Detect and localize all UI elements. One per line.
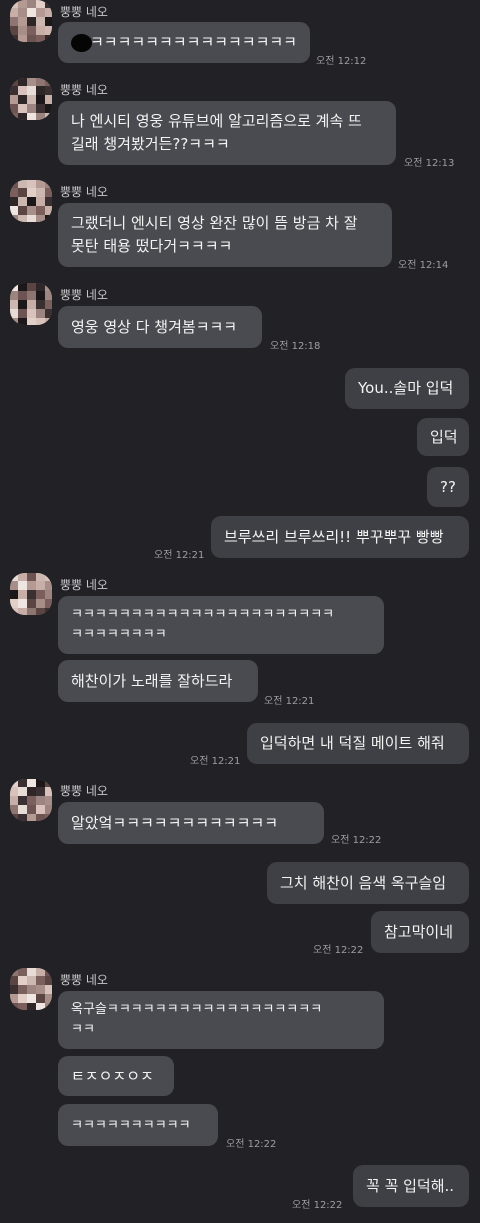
message-bubble[interactable]: 꼭 꼭 입덕해.. (353, 1165, 469, 1207)
avatar-mosaic-tile (45, 814, 52, 821)
message-bubble[interactable]: 참고막이네 (371, 911, 469, 953)
sender-name: 뿡뿡 네오 (60, 288, 108, 302)
redaction-mark (71, 33, 92, 52)
message-bubble[interactable]: 알았엌ㅋㅋㅋㅋㅋㅋㅋㅋㅋㅋㅋㅋ (58, 802, 324, 844)
message-time: 오전 12:18 (270, 341, 321, 352)
sender-name: 뿡뿡 네오 (60, 83, 108, 97)
message-bubble[interactable]: 그랬더니 엔시티 영상 완잔 많이 뜸 방금 차 잘 못탄 태용 떴다거ㅋㅋㅋㅋ (58, 203, 392, 267)
avatar[interactable] (10, 573, 52, 615)
message-text-line: 옥구슬ㅋㅋㅋㅋㅋㅋㅋㅋㅋㅋㅋㅋㅋㅋㅋㅋㅋㅋ (71, 1002, 323, 1017)
message-bubble[interactable]: 영웅 영상 다 챙겨봄ㅋㅋㅋ (58, 306, 262, 348)
message-text-line: ㅋㅋㅋㅋㅋㅋㅋㅋ (71, 627, 167, 642)
avatar-mosaic-tile (45, 113, 52, 120)
sender-name: 뿡뿡 네오 (60, 5, 108, 19)
message-bubble[interactable]: 그치 해찬이 음색 옥구슬임 (267, 862, 469, 904)
message-bubble[interactable]: ?? (427, 467, 469, 507)
message-time: 오전 12:21 (264, 696, 315, 707)
avatar-mosaic-tile (45, 318, 52, 325)
message-bubble[interactable]: 입덕 (417, 418, 469, 456)
sender-name: 뿡뿡 네오 (60, 185, 108, 199)
message-text: 알았엌ㅋㅋㅋㅋㅋㅋㅋㅋㅋㅋㅋㅋ (71, 813, 279, 832)
avatar[interactable] (10, 283, 52, 325)
message-text: 꼭 꼭 입덕해.. (366, 1176, 455, 1195)
message-time: 오전 12:22 (331, 835, 382, 846)
message-time: 오전 12:13 (404, 158, 455, 169)
message-bubble[interactable]: ㅌㅈㅇㅈㅇㅈ (58, 1056, 174, 1096)
message-text-line: 그랬더니 엔시티 영상 완잔 많이 뜸 방금 차 잘 (71, 214, 358, 232)
message-text: 참고막이네 (384, 922, 454, 941)
message-time: 오전 12:14 (398, 260, 449, 271)
message-text-line: 못탄 태용 떴다거ㅋㅋㅋㅋ (71, 237, 233, 255)
message-text: 입덕 (430, 427, 458, 446)
avatar[interactable] (10, 968, 52, 1010)
avatar[interactable] (10, 0, 52, 42)
message-text-line: ㅋㅋㅋㅋㅋㅋㅋㅋㅋㅋㅋㅋㅋㅋㅋㅋㅋㅋㅋㅋㅋㅋ (71, 607, 335, 622)
message-text-line: 나 엔시티 영웅 유튜브에 알고리즘으로 계속 뜨 (71, 112, 362, 130)
message-bubble[interactable]: 옥구슬ㅋㅋㅋㅋㅋㅋㅋㅋㅋㅋㅋㅋㅋㅋㅋㅋㅋㅋ ㅋㅋ (58, 991, 384, 1049)
message-time: 오전 12:12 (316, 56, 367, 67)
sender-name: 뿡뿡 네오 (60, 784, 108, 798)
avatar-mosaic-tile (45, 35, 52, 42)
message-time: 오전 12:22 (292, 1200, 343, 1211)
avatar-mosaic-tile (45, 1003, 52, 1010)
message-text: 브루쓰리 브루쓰리!! 뿌꾸뿌꾸 빵빵 (224, 527, 444, 546)
message-text: ㅋㅋㅋㅋㅋㅋㅋㅋㅋㅋㅋㅋㅋㅋㅋ (89, 33, 297, 51)
message-text: You..솔마 입덕 (358, 379, 454, 397)
message-bubble[interactable]: 입덕하면 내 덕질 메이트 해줘 (247, 723, 469, 764)
message-bubble[interactable]: 브루쓰리 브루쓰리!! 뿌꾸뿌꾸 빵빵 (211, 516, 469, 558)
avatar[interactable] (10, 78, 52, 120)
message-text: 그치 해찬이 음색 옥구슬임 (280, 873, 447, 892)
sender-name: 뿡뿡 네오 (60, 578, 108, 592)
message-text: ㅋㅋㅋㅋㅋㅋㅋㅋㅋㅋ (71, 1117, 191, 1133)
message-bubble[interactable]: ㅋㅋㅋㅋㅋㅋㅋㅋㅋㅋㅋㅋㅋㅋㅋ (58, 22, 310, 63)
message-text: ?? (440, 477, 456, 496)
avatar-mosaic-tile (45, 608, 52, 615)
message-bubble[interactable]: You..솔마 입덕 (345, 368, 469, 409)
message-time: 오전 12:21 (190, 756, 241, 767)
message-time: 오전 12:22 (226, 1139, 277, 1150)
message-text: ㅌㅈㅇㅈㅇㅈ (71, 1066, 154, 1085)
message-time: 오전 12:22 (313, 945, 364, 956)
message-text: 해찬이가 노래를 잘하드라 (71, 671, 233, 690)
message-time: 오전 12:21 (154, 550, 205, 561)
avatar-mosaic-tile (45, 215, 52, 222)
message-text-line: 길래 챙겨봤거든??ㅋㅋㅋ (71, 135, 230, 153)
message-bubble[interactable]: ㅋㅋㅋㅋㅋㅋㅋㅋㅋㅋㅋㅋㅋㅋㅋㅋㅋㅋㅋㅋㅋㅋ ㅋㅋㅋㅋㅋㅋㅋㅋ (58, 596, 384, 654)
message-bubble[interactable]: 해찬이가 노래를 잘하드라 (58, 660, 258, 702)
message-text: 입덕하면 내 덕질 메이트 해줘 (260, 734, 445, 752)
sender-name: 뿡뿡 네오 (60, 973, 108, 987)
message-text-line: ㅋㅋ (71, 1022, 95, 1037)
message-text: 영웅 영상 다 챙겨봄ㅋㅋㅋ (71, 317, 238, 336)
avatar[interactable] (10, 779, 52, 821)
avatar[interactable] (10, 180, 52, 222)
message-bubble[interactable]: 나 엔시티 영웅 유튜브에 알고리즘으로 계속 뜨 길래 챙겨봤거든??ㅋㅋㅋ (58, 101, 396, 165)
message-bubble[interactable]: ㅋㅋㅋㅋㅋㅋㅋㅋㅋㅋ (58, 1104, 218, 1146)
